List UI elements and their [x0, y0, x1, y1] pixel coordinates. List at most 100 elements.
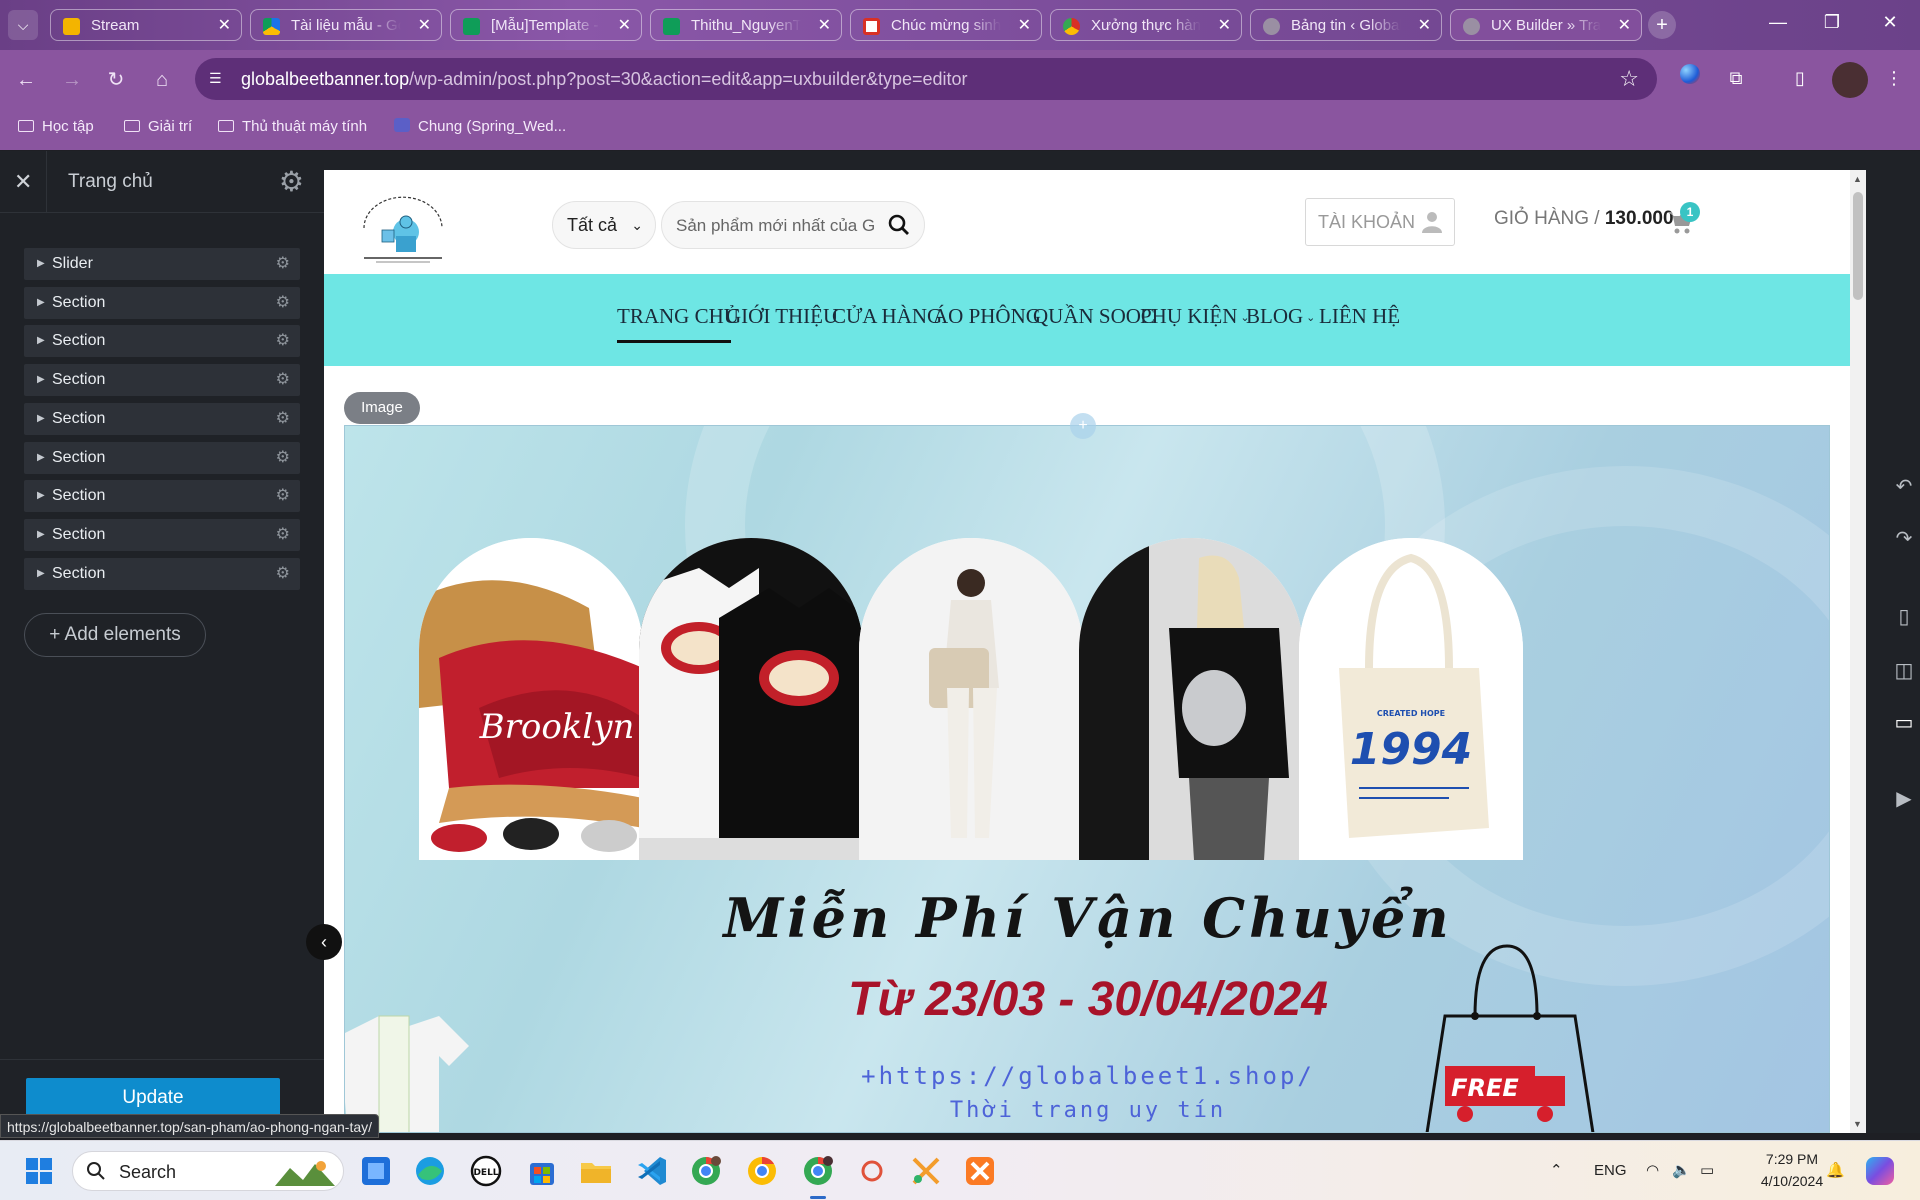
home-icon[interactable]: ⌂ [148, 66, 176, 94]
tab-tai-lieu[interactable]: Tài liệu mẫu - Go ✕ [250, 9, 442, 41]
show-hidden-icons-chevron-icon[interactable]: ⌃ [1550, 1141, 1563, 1200]
tree-item-section[interactable]: ▶ Section ⚙ [24, 480, 300, 512]
tab-thithu[interactable]: Thithu_NguyenTr ✕ [650, 9, 842, 41]
close-tab-icon[interactable]: ✕ [218, 10, 231, 40]
taskbar-snip-tool-icon[interactable] [908, 1153, 944, 1189]
url-text[interactable]: globalbeetbanner.top/wp-admin/post.php?p… [241, 58, 968, 100]
category-select[interactable]: Tất cả ⌄ [552, 201, 656, 249]
notification-bell-icon[interactable]: 🔔 [1826, 1141, 1845, 1200]
element-settings-gear-icon[interactable]: ⚙ [276, 403, 290, 435]
tab-search-chevron-icon[interactable]: ⌵ [8, 10, 38, 40]
taskbar-app-ring-icon[interactable] [854, 1153, 890, 1189]
expand-caret-icon[interactable]: ▶ [37, 519, 45, 551]
nav-trang-chu[interactable]: TRANG CHỦ [617, 304, 739, 329]
tab-template[interactable]: [Mẫu]Template - ✕ [450, 9, 642, 41]
update-button[interactable]: Update [26, 1078, 280, 1118]
taskbar-vscode-icon[interactable] [634, 1153, 670, 1189]
element-settings-gear-icon[interactable]: ⚙ [276, 558, 290, 590]
expand-caret-icon[interactable]: ▶ [37, 558, 45, 590]
taskbar-file-explorer-icon[interactable] [578, 1153, 614, 1189]
nav-quan-sooc[interactable]: QUẦN SOOC [1033, 304, 1155, 329]
collapse-sidebar-chevron-icon[interactable]: ‹ [306, 924, 342, 960]
nav-gioi-thieu[interactable]: GIỚI THIỆU [726, 304, 838, 329]
input-language[interactable]: ENG [1594, 1141, 1627, 1200]
taskbar-chrome-profile1-icon[interactable] [688, 1153, 724, 1189]
selected-element-tag[interactable]: Image [344, 392, 420, 424]
expand-caret-icon[interactable]: ▶ [37, 364, 45, 396]
close-tab-icon[interactable]: ✕ [618, 10, 631, 40]
bookmark-folder-thu-thuat[interactable]: Thủ thuật máy tính [218, 118, 367, 135]
wifi-icon[interactable]: ◠ [1646, 1141, 1659, 1200]
close-builder-icon[interactable]: ✕ [14, 169, 32, 195]
taskbar-app-store-icon[interactable] [358, 1153, 394, 1189]
add-elements-button[interactable]: + Add elements [24, 613, 206, 657]
more-menu-icon[interactable]: ⋮ [1880, 64, 1908, 92]
expand-caret-icon[interactable]: ▶ [37, 325, 45, 357]
search-icon[interactable] [888, 214, 910, 236]
scroll-down-arrow-icon[interactable]: ▼ [1853, 1119, 1862, 1129]
copilot-icon[interactable] [1866, 1141, 1894, 1200]
clock-time[interactable]: 7:29 PM [1752, 1151, 1832, 1167]
canvas-scrollbar[interactable]: ▲ ▼ [1850, 170, 1866, 1133]
close-window-icon[interactable]: ✕ [1870, 12, 1910, 33]
tablet-view-icon[interactable]: ◫ [1892, 659, 1916, 683]
tab-stream[interactable]: Stream ✕ [50, 9, 242, 41]
expand-caret-icon[interactable]: ▶ [37, 442, 45, 474]
forward-arrow-icon[interactable]: → [58, 66, 86, 94]
tree-item-section[interactable]: ▶ Section ⚙ [24, 364, 300, 396]
element-settings-gear-icon[interactable]: ⚙ [276, 248, 290, 280]
nav-lien-he[interactable]: LIÊN HỆ [1319, 304, 1400, 329]
tab-chuc-mung[interactable]: Chúc mừng sinh ✕ [850, 9, 1042, 41]
element-settings-gear-icon[interactable]: ⚙ [276, 442, 290, 474]
taskbar-dell-icon[interactable]: DELL [468, 1153, 504, 1189]
account-button[interactable]: TÀI KHOẢN [1305, 198, 1455, 246]
nav-cua-hang[interactable]: CỬA HÀNG [832, 304, 942, 329]
tree-item-section[interactable]: ▶ Section ⚙ [24, 442, 300, 474]
taskbar-edge-icon[interactable] [412, 1153, 448, 1189]
nav-blog[interactable]: BLOG ⌄ [1246, 304, 1315, 329]
nav-phu-kien[interactable]: PHỤ KIỆN ⌄ [1140, 304, 1250, 329]
new-tab-plus-icon[interactable]: + [1648, 11, 1676, 39]
product-search-input[interactable] [676, 214, 890, 238]
expand-caret-icon[interactable]: ▶ [37, 403, 45, 435]
add-element-plus-icon[interactable]: + [1070, 413, 1096, 439]
windows-start-icon[interactable] [26, 1158, 52, 1184]
scrollbar-thumb[interactable] [1853, 192, 1863, 300]
reload-icon[interactable]: ↻ [102, 66, 130, 94]
expand-caret-icon[interactable]: ▶ [37, 248, 45, 280]
close-tab-icon[interactable]: ✕ [1218, 10, 1231, 40]
volume-icon[interactable]: 🔈 [1672, 1141, 1691, 1200]
taskbar-store-bag-icon[interactable] [524, 1153, 560, 1189]
cart-link[interactable]: GIỎ HÀNG / 130.000 đ [1494, 208, 1685, 230]
promo-banner-image[interactable]: Brooklyn CREATED HOPE 1994 Miễn Phí Vận … [344, 425, 1830, 1133]
mobile-view-icon[interactable]: ▯ [1892, 605, 1916, 629]
side-panel-icon[interactable]: ▯ [1786, 64, 1814, 92]
tree-item-section[interactable]: ▶ Section ⚙ [24, 403, 300, 435]
preview-play-icon[interactable]: ▶ [1892, 787, 1916, 811]
extensions-puzzle-icon[interactable]: ⧉ [1722, 64, 1750, 92]
redo-icon[interactable]: ↷ [1892, 527, 1916, 551]
element-settings-gear-icon[interactable]: ⚙ [276, 325, 290, 357]
close-tab-icon[interactable]: ✕ [1018, 10, 1031, 40]
element-settings-gear-icon[interactable]: ⚙ [276, 364, 290, 396]
element-settings-gear-icon[interactable]: ⚙ [276, 480, 290, 512]
taskbar-xampp-icon[interactable] [962, 1153, 998, 1189]
undo-icon[interactable]: ↶ [1892, 475, 1916, 499]
tree-item-section[interactable]: ▶ Section ⚙ [24, 519, 300, 551]
close-tab-icon[interactable]: ✕ [1618, 10, 1631, 40]
extension-orb-icon[interactable] [1676, 64, 1704, 92]
battery-icon[interactable]: ▭ [1700, 1141, 1714, 1200]
element-settings-gear-icon[interactable]: ⚙ [276, 287, 290, 319]
bookmark-chung[interactable]: Chung (Spring_Wed... [394, 118, 566, 135]
restore-window-icon[interactable]: ❐ [1812, 12, 1852, 33]
close-tab-icon[interactable]: ✕ [1418, 10, 1431, 40]
tab-ux-builder[interactable]: UX Builder » Tran ✕ [1450, 9, 1642, 41]
tree-item-section[interactable]: ▶ Section ⚙ [24, 287, 300, 319]
close-tab-icon[interactable]: ✕ [418, 10, 431, 40]
expand-caret-icon[interactable]: ▶ [37, 287, 45, 319]
bookmark-folder-hoc-tap[interactable]: Học tập [18, 118, 94, 135]
page-settings-gear-icon[interactable]: ⚙ [279, 165, 304, 198]
back-arrow-icon[interactable]: ← [12, 66, 40, 94]
taskbar-chrome-active-icon[interactable] [800, 1153, 836, 1189]
nav-ao-phong[interactable]: ÁO PHÔNG [933, 304, 1041, 329]
